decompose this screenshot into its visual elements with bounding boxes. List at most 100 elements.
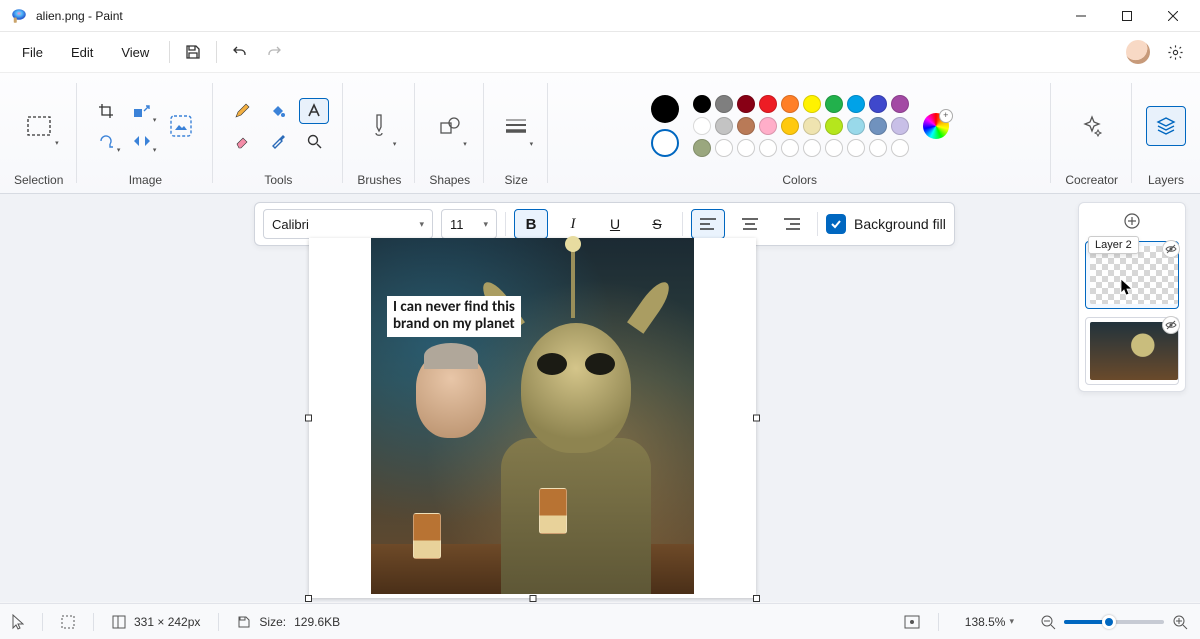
menu-view[interactable]: View — [107, 39, 163, 66]
save-button[interactable] — [176, 35, 210, 69]
zoom-value: 138.5% — [965, 615, 1006, 629]
add-layer-button[interactable] — [1118, 209, 1146, 233]
bold-button[interactable]: B — [514, 209, 548, 239]
color-swatch[interactable] — [847, 139, 865, 157]
edit-colors-button[interactable] — [923, 113, 949, 139]
color-swatch[interactable] — [869, 117, 887, 135]
color-swatch[interactable] — [847, 117, 865, 135]
resize-handle[interactable] — [753, 595, 760, 602]
color-swatch[interactable] — [847, 95, 865, 113]
resize-handle[interactable] — [753, 415, 760, 422]
color-swatch[interactable] — [715, 139, 733, 157]
pencil-tool[interactable] — [227, 98, 257, 124]
cocreator-button[interactable] — [1072, 106, 1112, 146]
group-selection: ▾ Selection — [0, 73, 77, 193]
layers-button[interactable] — [1146, 106, 1186, 146]
magnifier-tool[interactable] — [299, 128, 329, 154]
color-swatch[interactable] — [693, 139, 711, 157]
minimize-button[interactable] — [1058, 0, 1104, 32]
color-swatch[interactable] — [869, 139, 887, 157]
color-swatch[interactable] — [759, 117, 777, 135]
redo-button[interactable] — [257, 35, 291, 69]
canvas[interactable]: I can never find this brand on my planet — [309, 238, 756, 598]
layers-panel: Layer 2 — [1078, 202, 1186, 392]
shapes-button[interactable]: ▾ — [432, 102, 468, 150]
separator — [682, 212, 683, 236]
resize-handle[interactable] — [305, 415, 312, 422]
resize-handle[interactable] — [305, 595, 312, 602]
user-avatar[interactable] — [1126, 40, 1150, 64]
color-swatch[interactable] — [825, 95, 843, 113]
size-button[interactable]: ▾ — [498, 102, 534, 150]
color-swatch[interactable] — [891, 117, 909, 135]
color-swatch[interactable] — [781, 117, 799, 135]
cursor-icon — [1120, 278, 1134, 296]
color-swatch[interactable] — [715, 117, 733, 135]
underline-button[interactable]: U — [598, 209, 632, 239]
color-swatch[interactable] — [869, 95, 887, 113]
color-swatch[interactable] — [737, 117, 755, 135]
color-swatch[interactable] — [803, 95, 821, 113]
align-left-button[interactable] — [691, 209, 725, 239]
color-swatch[interactable] — [693, 95, 711, 113]
color-swatch[interactable] — [825, 117, 843, 135]
zoom-slider[interactable] — [1064, 620, 1164, 624]
close-button[interactable] — [1150, 0, 1196, 32]
color-swatch[interactable] — [891, 95, 909, 113]
font-family-combo[interactable]: Calibri▾ — [263, 209, 433, 239]
color-swatch[interactable] — [759, 139, 777, 157]
selection-tool[interactable]: ▾ — [18, 105, 60, 147]
menu-edit[interactable]: Edit — [57, 39, 107, 66]
secondary-color[interactable] — [651, 129, 679, 157]
layer-visibility-icon[interactable] — [1162, 316, 1180, 334]
primary-color[interactable] — [651, 95, 679, 123]
maximize-button[interactable] — [1104, 0, 1150, 32]
color-swatch[interactable] — [781, 139, 799, 157]
undo-button[interactable] — [223, 35, 257, 69]
align-center-button[interactable] — [733, 209, 767, 239]
crop-button[interactable] — [91, 98, 121, 124]
group-label: Size — [504, 169, 527, 187]
zoom-out-button[interactable] — [1040, 614, 1056, 630]
align-right-button[interactable] — [775, 209, 809, 239]
group-cocreator: Cocreator — [1051, 73, 1132, 193]
color-swatch[interactable] — [693, 117, 711, 135]
fill-tool[interactable] — [263, 98, 293, 124]
font-size-combo[interactable]: 11▾ — [441, 209, 497, 239]
color-swatch[interactable] — [737, 95, 755, 113]
text-tool[interactable] — [299, 98, 329, 124]
group-label: Cocreator — [1065, 169, 1118, 187]
background-fill-checkbox[interactable] — [826, 214, 846, 234]
layer-item[interactable]: Layer 2 — [1085, 241, 1179, 309]
color-swatch[interactable] — [715, 95, 733, 113]
rotate-button[interactable]: ▾ — [91, 128, 121, 154]
zoom-level-combo[interactable]: 138.5% ▾ — [957, 612, 1022, 632]
text-box[interactable]: I can never find this brand on my planet — [387, 296, 521, 337]
remove-background-button[interactable] — [163, 108, 199, 144]
brushes-button[interactable]: ▾ — [361, 102, 397, 150]
italic-button[interactable]: I — [556, 209, 590, 239]
separator — [169, 41, 170, 63]
fit-to-window-button[interactable] — [904, 615, 920, 629]
color-swatch[interactable] — [891, 139, 909, 157]
eraser-tool[interactable] — [227, 128, 257, 154]
strikethrough-button[interactable]: S — [640, 209, 674, 239]
resize-button[interactable]: ▾ — [127, 98, 157, 124]
font-family-value: Calibri — [272, 217, 309, 232]
resize-handle[interactable] — [529, 595, 536, 602]
flip-button[interactable]: ▾ — [127, 128, 157, 154]
zoom-in-button[interactable] — [1172, 614, 1188, 630]
group-shapes: ▾ Shapes — [415, 73, 484, 193]
color-swatch[interactable] — [803, 117, 821, 135]
color-swatch[interactable] — [781, 95, 799, 113]
color-swatch[interactable] — [825, 139, 843, 157]
group-label: Brushes — [357, 169, 401, 187]
color-swatch[interactable] — [759, 95, 777, 113]
color-picker-tool[interactable] — [263, 128, 293, 154]
menu-file[interactable]: File — [8, 39, 57, 66]
color-swatch[interactable] — [803, 139, 821, 157]
color-swatch[interactable] — [737, 139, 755, 157]
layer-visibility-icon[interactable] — [1162, 240, 1180, 258]
settings-button[interactable] — [1158, 35, 1192, 69]
layer-item[interactable] — [1085, 317, 1179, 385]
